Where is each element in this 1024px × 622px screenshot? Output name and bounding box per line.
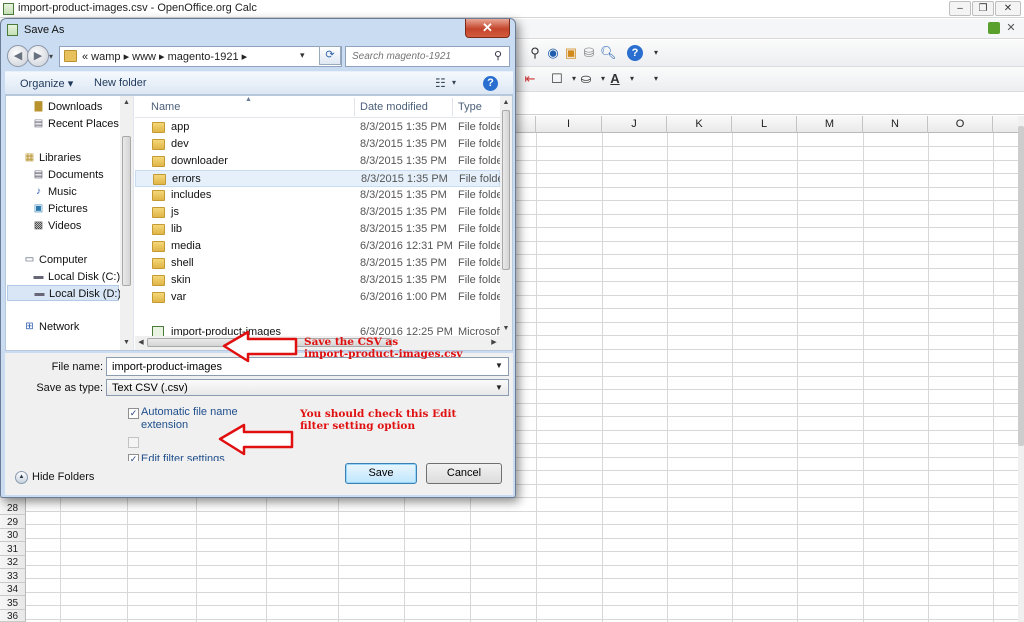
annotation-save-csv: Save the CSV as import-product-images.cs… — [304, 336, 463, 360]
annotation-check-edit-filter: You should check this Edit filter settin… — [300, 408, 457, 432]
annotation-arrows — [218, 330, 298, 456]
arrow-to-file-name — [222, 330, 298, 363]
arrow-to-edit-filter — [218, 423, 294, 456]
